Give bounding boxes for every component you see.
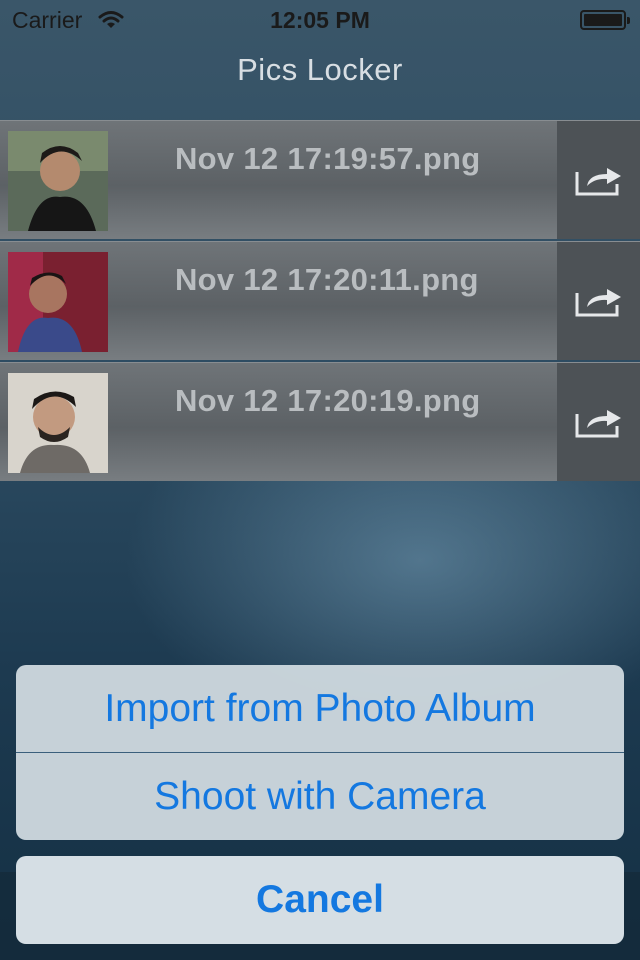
- share-button[interactable]: [557, 363, 640, 481]
- status-time: 12:05 PM: [270, 7, 370, 33]
- shoot-camera-button[interactable]: Shoot with Camera: [16, 753, 624, 840]
- list-item[interactable]: Nov 12 17:20:11.png: [0, 241, 640, 360]
- file-list: Nov 12 17:19:57.png Nov 12 17:20:11.png …: [0, 120, 640, 483]
- import-photo-album-button[interactable]: Import from Photo Album: [16, 665, 624, 752]
- file-name: Nov 12 17:20:11.png: [175, 262, 479, 297]
- share-button[interactable]: [557, 242, 640, 360]
- share-icon: [575, 410, 621, 438]
- person-photo-icon: [8, 373, 108, 473]
- cancel-button[interactable]: Cancel: [16, 856, 624, 944]
- file-name: Nov 12 17:19:57.png: [175, 141, 481, 176]
- file-name: Nov 12 17:20:19.png: [175, 383, 481, 418]
- battery-icon: [580, 10, 630, 30]
- app-screen: Carrier 12:05 PM Pics Locker Nov 12 17:1…: [0, 0, 640, 960]
- page-title: Pics Locker: [237, 52, 403, 87]
- person-photo-icon: [8, 131, 108, 231]
- action-sheet: Import from Photo Album Shoot with Camer…: [16, 665, 624, 840]
- share-icon: [575, 289, 621, 317]
- share-icon: [575, 168, 621, 196]
- list-item[interactable]: Nov 12 17:19:57.png: [0, 120, 640, 239]
- list-item[interactable]: Nov 12 17:20:19.png: [0, 362, 640, 481]
- person-photo-icon: [8, 252, 108, 352]
- status-bar: Carrier 12:05 PM: [0, 0, 640, 40]
- share-button[interactable]: [557, 121, 640, 239]
